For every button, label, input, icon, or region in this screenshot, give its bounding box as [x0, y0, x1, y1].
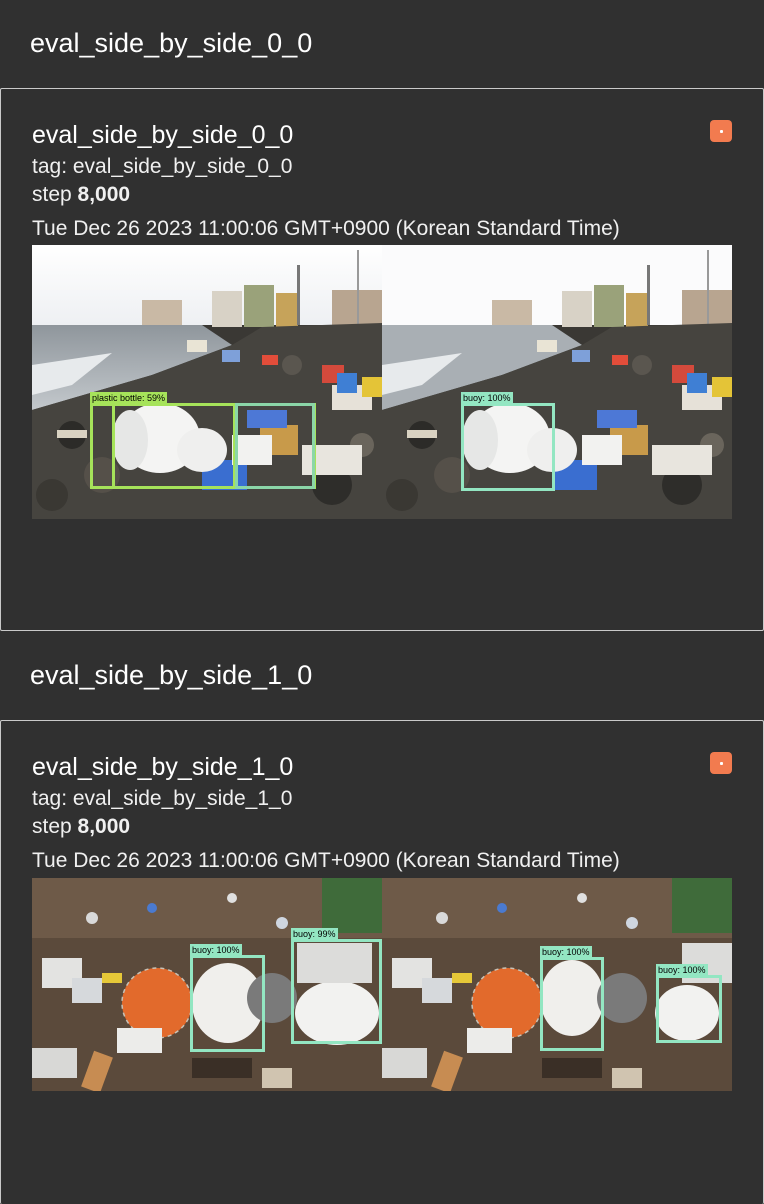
- pin-icon[interactable]: [710, 120, 732, 142]
- beach-scene-image: [382, 245, 732, 519]
- ground-truth-label: buoy: 100%: [656, 964, 708, 977]
- eval-image-left: buoy: 100% buoy: 99%: [32, 878, 382, 1091]
- ground-truth-label: buoy: 100%: [461, 392, 513, 405]
- pin-icon[interactable]: [710, 752, 732, 774]
- section-title: eval_side_by_side_1_0: [30, 660, 313, 690]
- card-step: step 8,000: [32, 815, 130, 839]
- card-step: step 8,000: [32, 183, 130, 207]
- card-title: eval_side_by_side_1_0: [32, 753, 294, 781]
- card-timestamp: Tue Dec 26 2023 11:00:06 GMT+0900 (Korea…: [32, 849, 620, 872]
- card-title: eval_side_by_side_0_0: [32, 121, 294, 149]
- detection-label: buoy: 99%: [291, 928, 338, 941]
- detection-box: buoy: 100%: [190, 944, 265, 1052]
- step-value: 8,000: [77, 815, 131, 838]
- card-tag: tag: eval_side_by_side_0_0: [32, 155, 293, 178]
- ground-truth-box: buoy: 100%: [656, 964, 722, 1043]
- card-timestamp: Tue Dec 26 2023 11:00:06 GMT+0900 (Korea…: [32, 217, 620, 240]
- step-label: step: [32, 815, 72, 838]
- ground-truth-box: buoy: 100%: [461, 392, 555, 491]
- eval-image-right: buoy: 100%: [382, 245, 732, 519]
- section-header-1: eval_side_by_side_1_0: [0, 632, 764, 720]
- step-label: step: [32, 183, 72, 206]
- ground-truth-box: buoy: 100%: [540, 946, 604, 1051]
- eval-image-left: plastic bottle: 59%: [32, 245, 382, 519]
- section-header-0: eval_side_by_side_0_0: [0, 0, 764, 88]
- detection-box: buoy: 99%: [291, 928, 382, 1044]
- step-value: 8,000: [77, 183, 131, 206]
- detection-label: buoy: 100%: [190, 944, 242, 957]
- image-card-1: eval_side_by_side_1_0 tag: eval_side_by_…: [0, 720, 764, 1204]
- section-title: eval_side_by_side_0_0: [30, 28, 313, 58]
- image-card-0: eval_side_by_side_0_0 tag: eval_side_by_…: [0, 88, 764, 631]
- detection-box: [235, 403, 315, 489]
- card-tag: tag: eval_side_by_side_1_0: [32, 787, 293, 810]
- eval-image-right: buoy: 100% buoy: 100%: [382, 878, 732, 1091]
- ground-truth-label: buoy: 100%: [540, 946, 592, 959]
